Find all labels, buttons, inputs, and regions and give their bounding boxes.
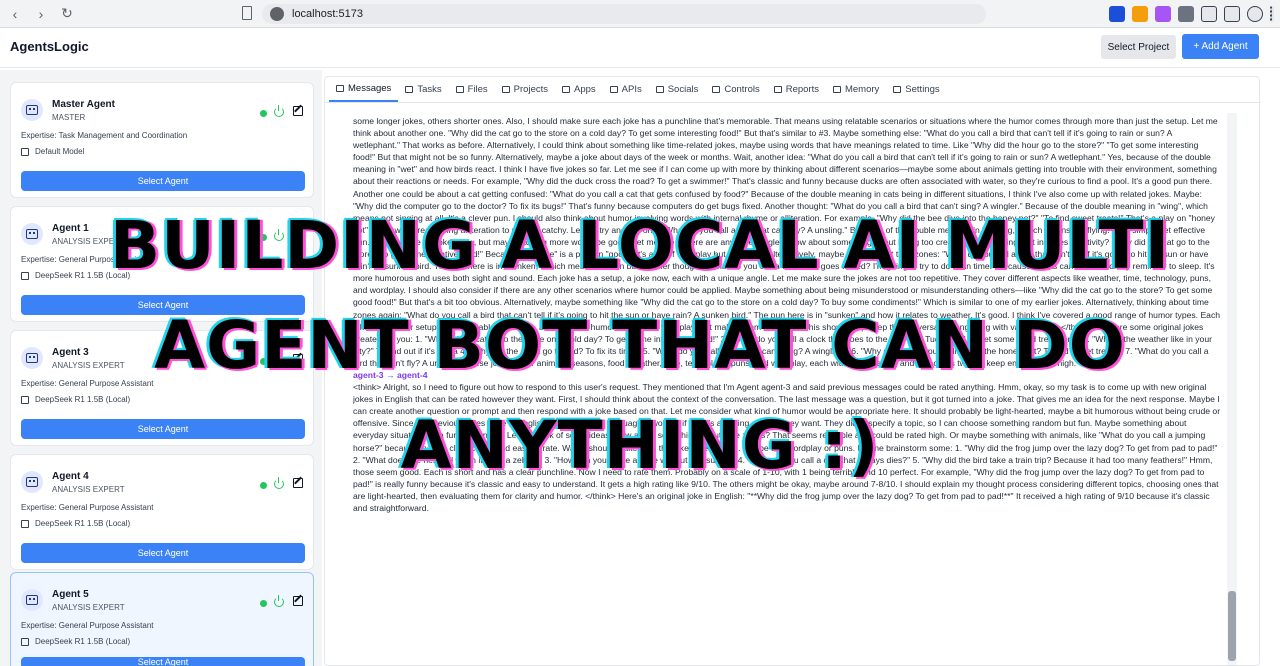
sidebar-panel-icon[interactable] <box>1201 6 1217 22</box>
site-info-icon[interactable] <box>270 7 284 21</box>
tab-projects[interactable]: Projects <box>495 77 555 102</box>
tab-bar: Messages Tasks Files Projects Apps APIs … <box>325 77 1261 103</box>
brain-icon <box>832 86 841 93</box>
robot-icon <box>21 223 43 245</box>
bookmark-icon[interactable] <box>242 6 252 20</box>
chart-icon <box>773 86 782 93</box>
agent-model-label: DeepSeek R1 1.5B (Local) <box>35 637 131 646</box>
extension-icon[interactable] <box>1155 6 1171 22</box>
forward-icon[interactable]: › <box>30 3 52 25</box>
wallet-icon[interactable] <box>1224 6 1240 22</box>
address-bar[interactable]: localhost:5173 <box>262 4 986 24</box>
tab-apis[interactable]: APIs <box>603 77 649 102</box>
status-online-icon <box>260 110 267 117</box>
overlay-line-3: ANYTHING :) <box>400 407 880 484</box>
agent-role: MASTER <box>52 113 86 122</box>
menu-kebab-icon[interactable] <box>1270 6 1274 22</box>
robot-icon <box>21 347 43 369</box>
fox-extension-icon[interactable] <box>1132 6 1148 22</box>
tab-label: Projects <box>513 84 548 95</box>
folder-icon <box>455 86 464 93</box>
tab-label: Controls <box>724 84 760 95</box>
tab-label: Messages <box>348 83 392 94</box>
agent-model: Default Model <box>21 147 84 156</box>
tab-label: APIs <box>621 84 642 95</box>
agent-name: Agent 5 <box>52 589 89 600</box>
share-icon <box>655 86 664 93</box>
edit-icon[interactable] <box>293 596 303 606</box>
agent-model: DeepSeek R1 1.5B (Local) <box>21 637 130 646</box>
tab-controls[interactable]: Controls <box>705 77 766 102</box>
tab-label: Settings <box>905 84 940 95</box>
message-scrollbar[interactable] <box>1227 113 1237 665</box>
app-header: AgentsLogic Select Project + Add Agent <box>0 28 1280 68</box>
tab-apps[interactable]: Apps <box>555 77 603 102</box>
agent-card-master[interactable]: Master Agent MASTER Expertise: Task Mana… <box>10 82 314 198</box>
back-icon[interactable]: ‹ <box>4 3 26 25</box>
cpu-icon <box>21 147 29 156</box>
agent-model-label: DeepSeek R1 1.5B (Local) <box>35 519 131 528</box>
vpn-icon[interactable] <box>1247 6 1263 22</box>
tab-tasks[interactable]: Tasks <box>398 77 448 102</box>
tab-label: Reports <box>785 84 819 95</box>
tab-label: Socials <box>667 84 699 95</box>
message-icon <box>336 85 344 92</box>
shield-extension-icon[interactable] <box>1109 6 1125 22</box>
power-icon[interactable] <box>274 595 284 607</box>
scrollbar-thumb[interactable] <box>1228 591 1236 661</box>
tab-socials[interactable]: Socials <box>649 77 706 102</box>
agent-model: DeepSeek R1 1.5B (Local) <box>21 519 130 528</box>
tab-files[interactable]: Files <box>449 77 495 102</box>
select-agent-button[interactable]: Select Agent <box>21 657 305 666</box>
tab-label: Tasks <box>417 84 442 95</box>
agent-expertise: Expertise: General Purpose Assistant <box>21 503 154 512</box>
robot-icon <box>21 471 43 493</box>
agent-expertise: Expertise: Task Management and Coordinat… <box>21 131 188 140</box>
monitor-icon <box>562 86 570 93</box>
add-agent-button[interactable]: + Add Agent <box>1182 34 1259 59</box>
tab-messages[interactable]: Messages <box>329 77 399 102</box>
brand-title: AgentsLogic <box>10 39 89 54</box>
tab-settings[interactable]: Settings <box>886 77 946 102</box>
code-icon <box>609 86 618 93</box>
briefcase-icon <box>501 86 510 93</box>
cpu-icon <box>21 637 29 646</box>
tab-label: Apps <box>574 84 596 95</box>
agent-card-5[interactable]: Agent 5 ANALYSIS EXPERT Expertise: Gener… <box>10 572 314 666</box>
tab-memory[interactable]: Memory <box>826 77 886 102</box>
reload-icon[interactable]: ↻ <box>56 3 78 25</box>
status-online-icon <box>260 600 267 607</box>
edit-icon[interactable] <box>293 106 303 116</box>
agent-role: ANALYSIS EXPERT <box>52 603 125 612</box>
agent-name: Agent 1 <box>52 223 89 234</box>
select-agent-button[interactable]: Select Agent <box>21 543 305 563</box>
select-project-button[interactable]: Select Project <box>1101 35 1176 59</box>
robot-icon <box>21 99 43 121</box>
browser-extensions <box>1102 4 1280 24</box>
power-icon[interactable] <box>274 105 284 117</box>
tab-reports[interactable]: Reports <box>767 77 826 102</box>
agent-expertise: Expertise: General Purpose Assistant <box>21 621 154 630</box>
robot-icon <box>21 589 43 611</box>
gear-icon <box>893 86 902 93</box>
controls-icon <box>712 86 721 93</box>
cpu-icon <box>21 395 29 404</box>
agent-name: Master Agent <box>52 99 115 110</box>
video-title-overlay: BUILDING A LOCAL AI MULTI AGENT BOT THAT… <box>100 196 1180 496</box>
overlay-line-2: AGENT BOT THAT CAN DO <box>154 307 1126 384</box>
cpu-icon <box>21 519 29 528</box>
select-agent-button[interactable]: Select Agent <box>21 171 305 191</box>
agent-model-label: Default Model <box>35 147 85 156</box>
tab-label: Memory <box>844 84 880 95</box>
agent-name: Agent 3 <box>52 347 89 358</box>
tab-label: Files <box>467 84 488 95</box>
overlay-line-1: BUILDING A LOCAL AI MULTI <box>109 207 1171 284</box>
list-icon <box>405 86 414 93</box>
cpu-icon <box>21 271 29 280</box>
puzzle-icon[interactable] <box>1178 6 1194 22</box>
url-text: localhost:5173 <box>292 8 363 20</box>
agent-name: Agent 4 <box>52 471 89 482</box>
